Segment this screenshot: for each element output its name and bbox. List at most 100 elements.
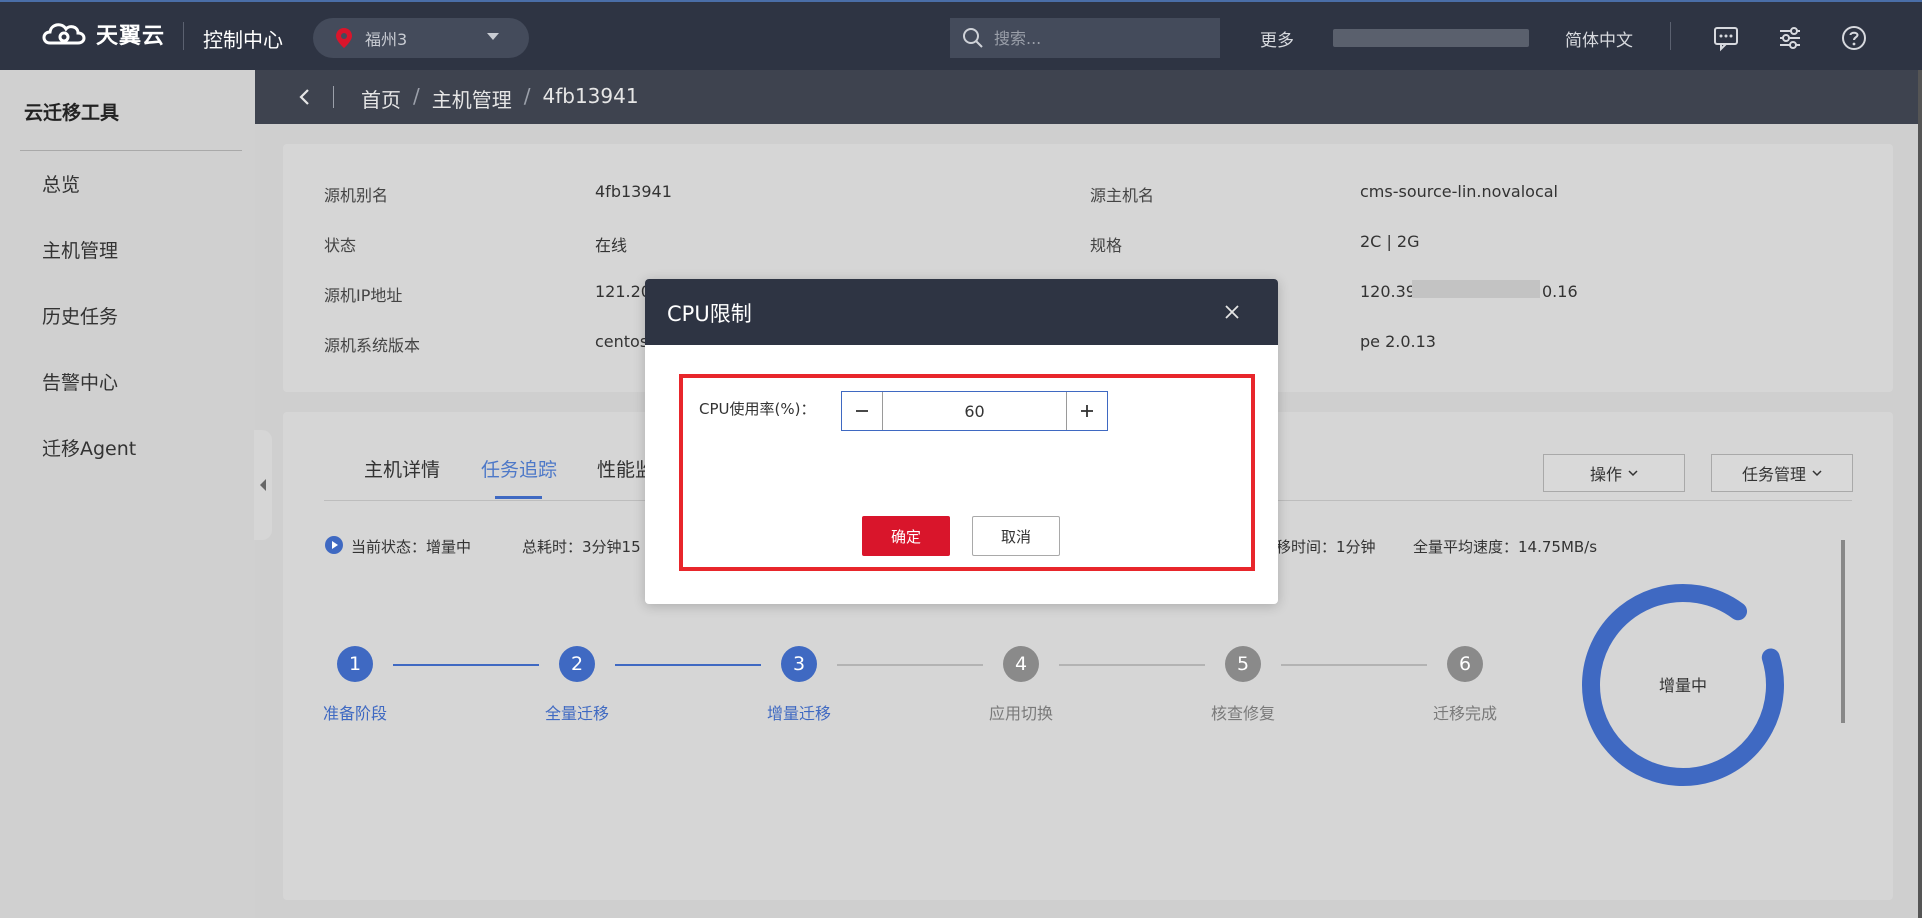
source-ip-label: 源机IP地址 <box>324 286 403 305</box>
more-link[interactable]: 更多 <box>1260 26 1294 51</box>
brand-divider <box>183 22 184 50</box>
step-label: 增量迁移 <box>766 704 832 723</box>
operate-label: 操作 <box>1589 465 1622 484</box>
avg-speed: 全量平均速度：14.75MB/s <box>1413 538 1598 556</box>
task-manage-label: 任务管理 <box>1741 465 1806 484</box>
breadcrumb-current: 4fb13941 <box>542 84 639 108</box>
brand-logo[interactable]: 天翼云 <box>40 16 165 52</box>
cpu-usage-label: CPU使用率(%)： <box>699 400 816 418</box>
step-connector <box>837 664 983 666</box>
location-pin-icon <box>336 28 352 48</box>
help-icon[interactable] <box>1840 24 1868 52</box>
breadcrumb-divider <box>333 86 334 108</box>
panel-scrollbar[interactable] <box>1841 540 1845 723</box>
dialog-title: CPU限制 <box>667 302 752 326</box>
chevron-down-icon <box>1812 470 1822 477</box>
step-connector <box>1281 664 1427 666</box>
total-time: 总耗时：3分钟15 <box>522 538 641 556</box>
breadcrumb-separator: / <box>523 84 531 108</box>
top-nav-bar: 天翼云 控制中心 福州3 更多 简体中文 <box>0 0 1922 70</box>
sidebar-item-overview[interactable]: 总览 <box>42 170 80 197</box>
agent-version-value: pe 2.0.13 <box>1360 332 1436 351</box>
sidebar-title: 云迁移工具 <box>24 102 120 124</box>
status-label: 状态 <box>324 236 357 255</box>
step-label: 全量迁移 <box>544 704 610 723</box>
ip-masked <box>1412 280 1540 298</box>
step-circle: 4 <box>1003 646 1039 682</box>
breadcrumb-host-management[interactable]: 主机管理 <box>432 84 512 113</box>
message-icon[interactable] <box>1712 24 1740 52</box>
brand-name: 天翼云 <box>96 24 166 49</box>
cpu-usage-stepper[interactable] <box>841 391 1108 431</box>
decrement-button[interactable] <box>842 392 883 430</box>
source-ip-value: 121.20 <box>595 282 651 301</box>
current-status: 当前状态：增量中 <box>351 538 472 556</box>
sidebar: 云迁移工具 总览 主机管理 历史任务 告警中心 迁移Agent <box>0 70 255 918</box>
active-tab-indicator <box>495 496 542 499</box>
chevron-left-icon <box>260 479 266 491</box>
console-title[interactable]: 控制中心 <box>203 24 283 53</box>
operate-dropdown[interactable]: 操作 <box>1543 454 1685 492</box>
step-label: 核查修复 <box>1210 704 1276 723</box>
region-selector[interactable]: 福州3 <box>313 18 529 58</box>
spec-label: 规格 <box>1090 236 1123 255</box>
search-input[interactable] <box>992 27 1196 49</box>
chevron-down-icon <box>1628 470 1638 477</box>
region-label: 福州3 <box>365 30 408 49</box>
sidebar-item-alert-center[interactable]: 告警中心 <box>42 368 118 395</box>
step-label: 准备阶段 <box>322 704 388 723</box>
breadcrumb-separator: / <box>413 84 420 108</box>
os-version-value: centos <box>595 332 649 351</box>
step-label: 迁移完成 <box>1432 704 1498 723</box>
migrate-time: 移时间：1分钟 <box>1276 538 1376 556</box>
chevron-down-icon <box>487 33 499 40</box>
search-box[interactable] <box>950 18 1220 58</box>
step-connector <box>393 664 539 666</box>
status-value: 在线 <box>595 236 628 255</box>
minus-icon <box>856 410 868 412</box>
language-switch[interactable]: 简体中文 <box>1565 26 1633 51</box>
close-icon[interactable] <box>1221 301 1243 323</box>
os-version-label: 源机系统版本 <box>324 336 421 355</box>
account-name-masked[interactable] <box>1333 29 1529 47</box>
tab-host-details[interactable]: 主机详情 <box>364 455 440 482</box>
status-play-icon <box>325 536 343 554</box>
sidebar-item-history-tasks[interactable]: 历史任务 <box>42 302 118 329</box>
sidebar-collapse-handle[interactable] <box>254 430 272 540</box>
tab-task-tracking[interactable]: 任务追踪 <box>481 455 557 482</box>
task-manage-dropdown[interactable]: 任务管理 <box>1711 454 1853 492</box>
progress-ring-label: 增量中 <box>1658 676 1707 695</box>
settings-sliders-icon[interactable] <box>1776 24 1804 52</box>
header-divider <box>1670 22 1671 50</box>
confirm-button[interactable]: 确定 <box>862 516 950 556</box>
step-connector <box>1059 664 1205 666</box>
dialog-header: CPU限制 <box>645 279 1278 345</box>
step-label: 应用切换 <box>988 704 1054 723</box>
cancel-button[interactable]: 取消 <box>972 516 1060 556</box>
sidebar-item-migration-agent[interactable]: 迁移Agent <box>42 434 136 461</box>
alias-label: 源机别名 <box>324 186 389 205</box>
breadcrumb: 首页 / 主机管理 / 4fb13941 <box>361 84 639 113</box>
breadcrumb-home[interactable]: 首页 <box>361 84 401 113</box>
cloud-logo-icon <box>42 23 86 45</box>
back-arrow-icon[interactable] <box>295 86 315 108</box>
step-connector <box>615 664 761 666</box>
increment-button[interactable] <box>1066 392 1107 430</box>
step-circle: 2 <box>559 646 595 682</box>
hostname-label: 源主机名 <box>1090 186 1155 205</box>
spec-value: 2C | 2G <box>1360 232 1420 251</box>
breadcrumb-bar: 首页 / 主机管理 / 4fb13941 <box>255 70 1922 124</box>
sidebar-divider <box>20 150 242 151</box>
step-circle: 3 <box>781 646 817 682</box>
step-circle: 6 <box>1447 646 1483 682</box>
search-icon <box>963 28 983 48</box>
hostname-value: cms-source-lin.novalocal <box>1360 182 1558 201</box>
step-circle: 5 <box>1225 646 1261 682</box>
plus-icon <box>1081 405 1093 417</box>
sidebar-item-host-management[interactable]: 主机管理 <box>42 236 118 263</box>
alias-value: 4fb13941 <box>595 182 672 201</box>
cpu-usage-input[interactable] <box>883 392 1066 430</box>
target-ip-suffix: 0.16 <box>1542 282 1578 301</box>
step-circle: 1 <box>337 646 373 682</box>
page-scrollbar[interactable] <box>1918 70 1922 918</box>
